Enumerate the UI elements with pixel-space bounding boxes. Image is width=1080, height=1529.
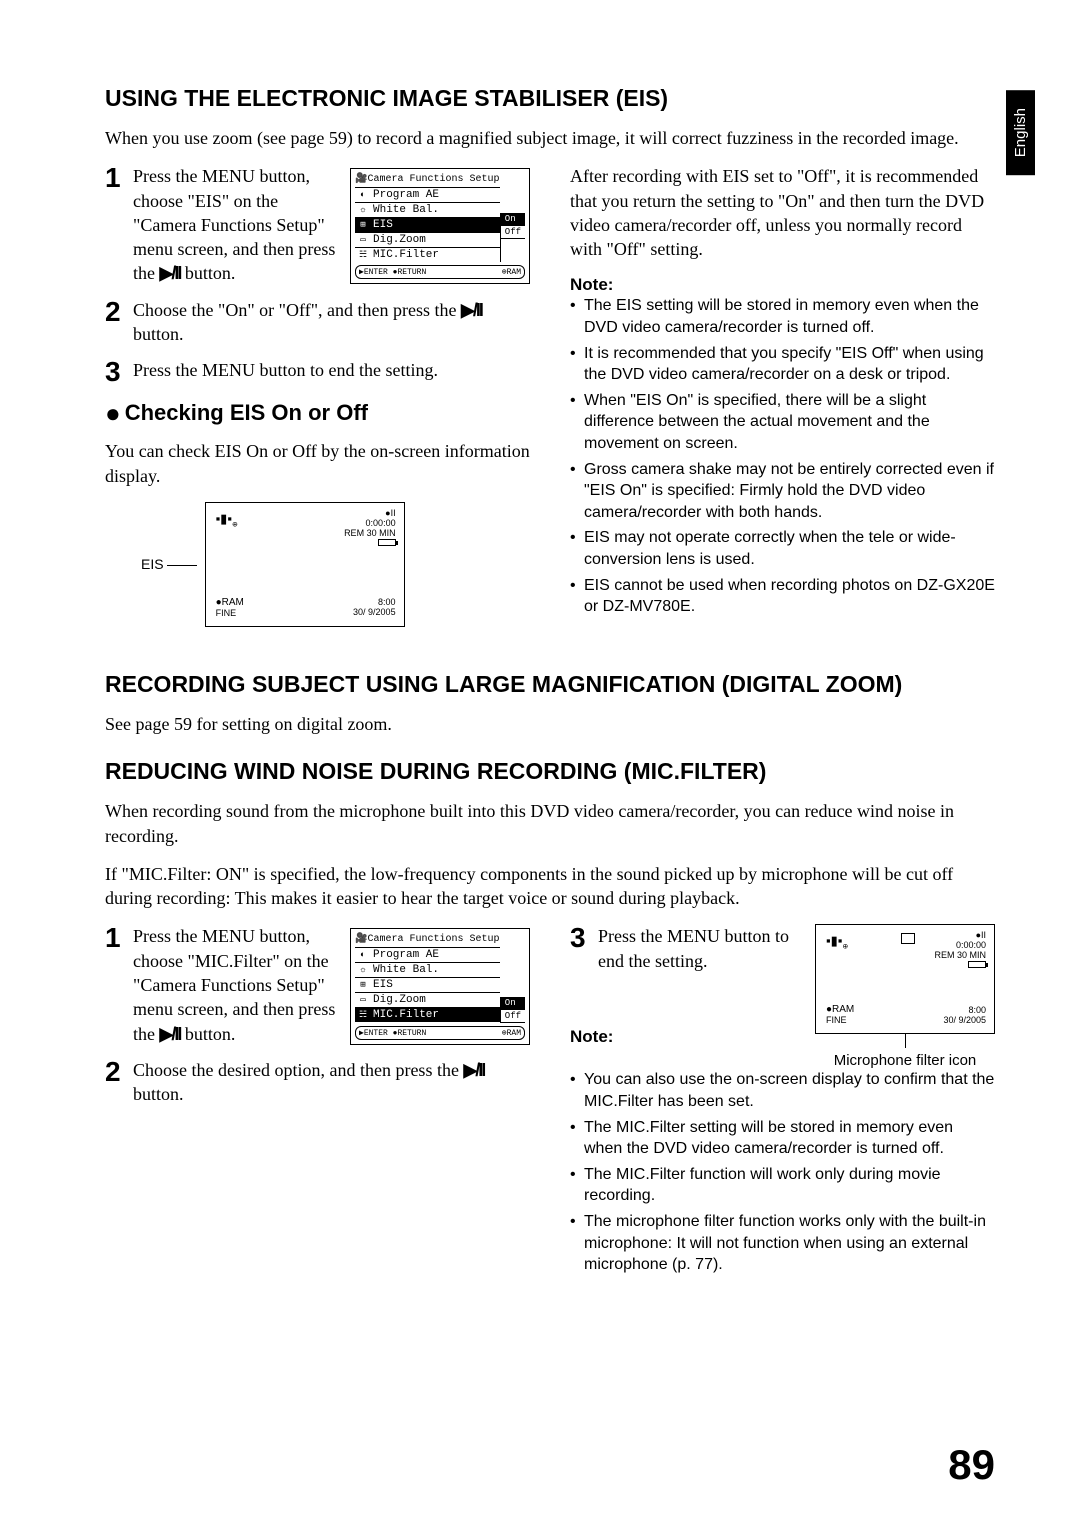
page-number: 89 xyxy=(948,1441,995,1489)
eis-heading: USING THE ELECTRONIC IMAGE STABILISER (E… xyxy=(105,85,995,112)
camera-menu-mic: 🎥Camera Functions Setup ◐Program AE ☼Whi… xyxy=(350,928,530,1045)
mic-heading: REDUCING WIND NOISE DURING RECORDING (MI… xyxy=(105,758,995,785)
language-tab: English xyxy=(1006,90,1035,175)
mic-osd-display: ▪▮▪⊕ ●II 0:00:00 REM 30 MIN ●RAMFINE 8:0… xyxy=(815,924,995,1034)
eis-intro: When you use zoom (see page 59) to recor… xyxy=(105,126,995,150)
eis-step-3: 3 Press the MENU button to end the setti… xyxy=(105,358,530,386)
zoom-heading: RECORDING SUBJECT USING LARGE MAGNIFICAT… xyxy=(105,671,995,698)
play-pause-icon: ▶/II xyxy=(461,300,482,320)
mic-intro-1: When recording sound from the microphone… xyxy=(105,799,995,848)
mic-intro-2: If "MIC.Filter: ON" is specified, the lo… xyxy=(105,862,995,911)
zoom-text: See page 59 for setting on digital zoom. xyxy=(105,712,995,736)
mic-osd-caption: Microphone filter icon xyxy=(815,1052,995,1069)
mic-step-3: 3 Press the MENU button to end the setti… xyxy=(570,924,801,973)
play-pause-icon: ▶/II xyxy=(160,263,181,283)
mic-step-2: 2 Choose the desired option, and then pr… xyxy=(105,1058,530,1107)
mic-step-1: 1 Press the MENU button, choose "MIC.Fil… xyxy=(105,924,338,1045)
mic-notes: You can also use the on-screen display t… xyxy=(570,1069,995,1275)
eis-check-text: You can check EIS On or Off by the on-sc… xyxy=(105,439,530,488)
eis-right-para: After recording with EIS set to "Off", i… xyxy=(570,164,995,261)
mic-filter-icon xyxy=(901,933,915,944)
play-pause-icon: ▶/II xyxy=(463,1060,484,1080)
eis-notes: The EIS setting will be stored in memory… xyxy=(570,295,995,617)
eis-step-1: 1 Press the MENU button, choose "EIS" on… xyxy=(105,164,338,285)
mic-note-head: Note: xyxy=(570,1027,801,1047)
eis-osd-label: EIS xyxy=(141,556,197,572)
camera-menu-eis: 🎥Camera Functions Setup ◐Program AE ☼Whi… xyxy=(350,168,530,284)
eis-step-2: 2 Choose the "On" or "Off", and then pre… xyxy=(105,298,530,347)
eis-osd-display: ▪▮▪⊕ ●II 0:00:00 REM 30 MIN ●RAMFINE 8:0… xyxy=(205,502,405,627)
eis-check-heading: ●Checking EIS On or Off xyxy=(105,398,530,429)
eis-note-head: Note: xyxy=(570,275,995,295)
play-pause-icon: ▶/II xyxy=(160,1024,181,1044)
